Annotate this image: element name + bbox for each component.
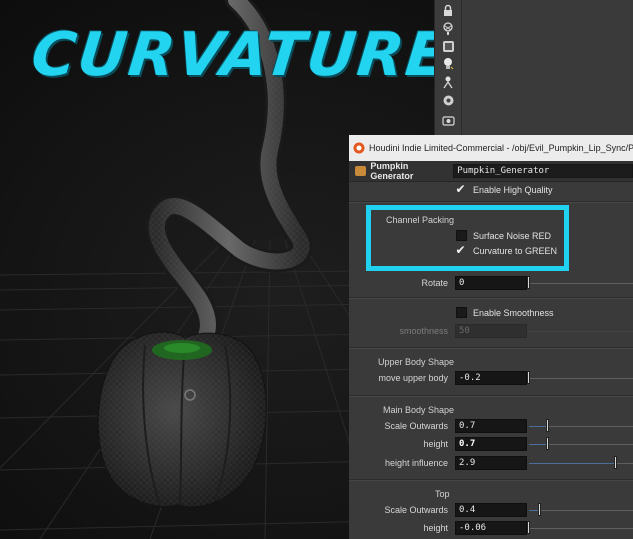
height-influence-slider-handle[interactable] bbox=[614, 456, 617, 469]
main-scale-outwards-slider-handle[interactable] bbox=[546, 419, 549, 432]
move-upper-body-label: move upper body bbox=[378, 373, 448, 383]
main-height-label: height bbox=[423, 439, 448, 449]
node-type-label: Pumpkin Generator bbox=[370, 161, 414, 181]
main-scale-outwards-field[interactable]: 0.7 bbox=[455, 419, 527, 433]
divider bbox=[349, 479, 633, 481]
ghost-icon[interactable] bbox=[440, 20, 456, 36]
main-height-slider-fill bbox=[529, 444, 547, 445]
rotate-label: Rotate bbox=[421, 278, 448, 288]
main-height-field[interactable]: 0.7 bbox=[455, 437, 527, 451]
rotate-slider-track[interactable] bbox=[529, 283, 633, 284]
top-height-field[interactable]: -0.06 bbox=[455, 521, 527, 535]
enable-smoothness-checkbox[interactable] bbox=[456, 307, 467, 318]
smoothness-label: smoothness bbox=[399, 326, 448, 336]
curvature-to-green-label: Curvature to GREEN bbox=[473, 246, 558, 256]
rotate-field[interactable]: 0 bbox=[455, 276, 527, 290]
smoothness-slider-track[interactable] bbox=[529, 331, 633, 332]
point-icon[interactable] bbox=[440, 74, 456, 90]
houdini-icon bbox=[353, 142, 365, 154]
height-influence-slider-fill bbox=[529, 463, 615, 464]
divider bbox=[349, 347, 633, 349]
display-options-icon[interactable] bbox=[440, 38, 456, 54]
node-header: Pumpkin Generator Pumpkin_Generator bbox=[349, 161, 633, 182]
channel-packing-title: Channel Packing bbox=[386, 215, 455, 225]
enable-high-quality-label: Enable High Quality bbox=[473, 185, 553, 195]
node-type-icon bbox=[355, 166, 367, 176]
enable-high-quality-checkbox[interactable]: ✔ bbox=[455, 183, 466, 195]
main-scale-outwards-slider-fill bbox=[529, 426, 547, 427]
main-scale-outwards-label: Scale Outwards bbox=[384, 421, 448, 431]
node-name-field[interactable]: Pumpkin_Generator bbox=[453, 164, 633, 178]
empty-pane bbox=[461, 0, 633, 135]
top-scale-outwards-slider-handle[interactable] bbox=[538, 503, 541, 516]
top-group-title: Top bbox=[435, 489, 450, 499]
render-icon[interactable] bbox=[440, 92, 456, 108]
upper-body-shape-title: Upper Body Shape bbox=[378, 357, 455, 367]
viewport-tool-strip bbox=[434, 0, 462, 135]
curvature-to-green-checkbox[interactable]: ✔ bbox=[455, 244, 466, 256]
top-scale-outwards-label: Scale Outwards bbox=[384, 505, 448, 515]
divider bbox=[349, 201, 633, 203]
main-height-slider-track[interactable] bbox=[547, 444, 633, 445]
height-influence-slider-track[interactable] bbox=[615, 463, 633, 464]
main-scale-outwards-slider-track[interactable] bbox=[547, 426, 633, 427]
smoothness-field[interactable]: 50 bbox=[455, 324, 527, 338]
window-titlebar[interactable]: Houdini Indie Limited-Commercial - /obj/… bbox=[349, 135, 633, 162]
move-upper-body-slider-handle[interactable] bbox=[527, 371, 530, 384]
lock-icon[interactable] bbox=[440, 2, 456, 18]
overlay-title: CURVATURE bbox=[28, 20, 453, 90]
top-scale-outwards-field[interactable]: 0.4 bbox=[455, 503, 527, 517]
top-height-slider-handle[interactable] bbox=[527, 521, 530, 534]
main-body-shape-title: Main Body Shape bbox=[383, 405, 455, 415]
enable-smoothness-label: Enable Smoothness bbox=[473, 308, 554, 318]
rotate-slider-handle[interactable] bbox=[527, 276, 530, 289]
top-height-slider-track[interactable] bbox=[529, 528, 633, 529]
move-upper-body-field[interactable]: -0.2 bbox=[455, 371, 527, 385]
move-upper-body-slider-track[interactable] bbox=[529, 378, 633, 379]
window-title: Houdini Indie Limited-Commercial - /obj/… bbox=[369, 143, 633, 153]
surface-noise-red-label: Surface Noise RED bbox=[473, 231, 552, 241]
height-influence-label: height influence bbox=[384, 458, 448, 468]
divider bbox=[349, 395, 633, 397]
surface-noise-red-checkbox[interactable] bbox=[456, 230, 467, 241]
top-height-label: height bbox=[423, 523, 448, 533]
top-scale-outwards-slider-track[interactable] bbox=[539, 510, 633, 511]
parameter-panel: Houdini Indie Limited-Commercial - /obj/… bbox=[349, 135, 633, 539]
snapshot-icon[interactable] bbox=[440, 112, 456, 128]
lightbulb-icon[interactable] bbox=[440, 56, 456, 72]
height-influence-field[interactable]: 2.9 bbox=[455, 456, 527, 470]
main-height-slider-handle[interactable] bbox=[546, 437, 549, 450]
pumpkin-body bbox=[97, 331, 267, 508]
divider bbox=[349, 297, 633, 299]
